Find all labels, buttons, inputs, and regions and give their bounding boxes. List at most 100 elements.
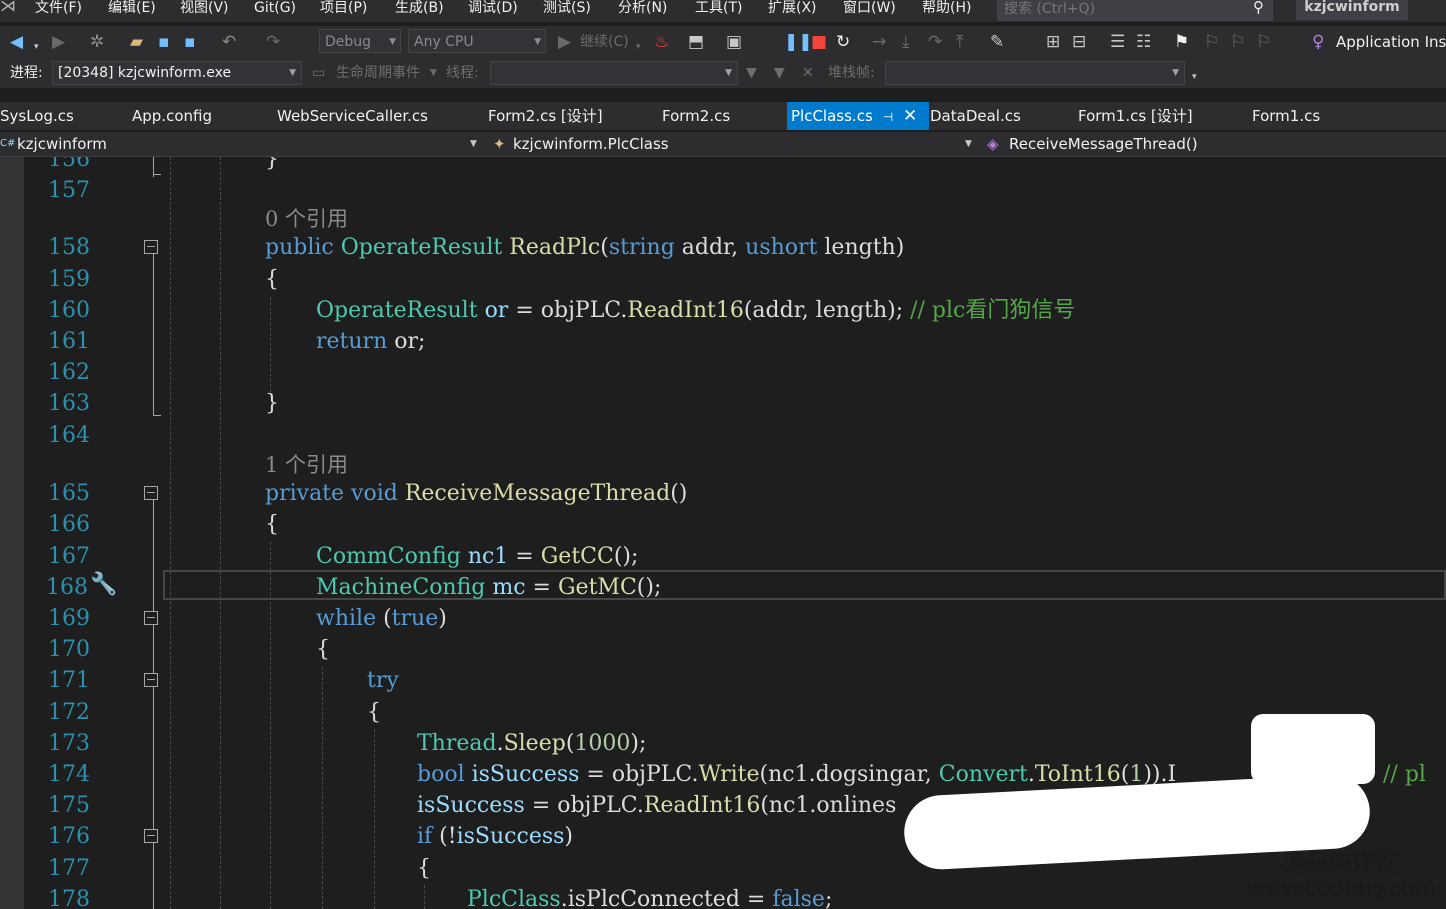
flag-thread-icon[interactable]: ▼ — [746, 61, 757, 85]
forward-icon[interactable]: ▶ — [52, 32, 65, 52]
next-bookmark-icon[interactable]: ⚐ — [1230, 32, 1245, 52]
code-line-174-comment: // pl — [1383, 762, 1426, 787]
class-dropdown[interactable]: kzjcwinform.PlcClass — [513, 132, 669, 156]
collapse-toggle[interactable] — [144, 486, 158, 500]
menu-test[interactable]: 测试(S) — [543, 0, 591, 22]
uncomment-icon[interactable]: ☷ — [1136, 32, 1151, 52]
tab-syslog[interactable]: SysLog.cs — [0, 102, 74, 130]
collapse-toggle[interactable] — [144, 829, 158, 843]
code-token: Write — [698, 762, 760, 787]
prev-bookmark-icon[interactable]: ⚐ — [1204, 32, 1219, 52]
chevron-down-icon: ▼ — [1172, 68, 1179, 78]
menu-extensions[interactable]: 扩展(X) — [768, 0, 817, 22]
tab-form2[interactable]: Form2.cs — [662, 102, 730, 130]
menu-build[interactable]: 生成(B) — [395, 0, 444, 22]
code-editor[interactable]: 156 157 158 159 160 161 162 163 164 165 … — [0, 157, 1446, 909]
stack-frame-select[interactable]: ▼ — [885, 61, 1185, 85]
menu-debug[interactable]: 调试(D) — [468, 0, 518, 22]
continue-button[interactable]: 继续(C) — [580, 30, 629, 54]
bookmark-icon[interactable]: ⚑ — [1174, 32, 1189, 52]
collapse-toggle[interactable] — [144, 240, 158, 254]
pin-icon[interactable]: ⊣ — [883, 110, 893, 124]
line-number: 169 — [48, 606, 90, 631]
back-dropdown-icon[interactable]: ▾ — [34, 37, 39, 57]
comment-icon[interactable]: ☰ — [1110, 32, 1125, 52]
process-value: [20348] kzjcwinform.exe — [58, 65, 232, 81]
menu-project[interactable]: 项目(P) — [320, 0, 367, 22]
collapse-toggle[interactable] — [144, 673, 158, 687]
open-folder-icon[interactable]: ▰ — [130, 32, 143, 52]
process-select[interactable]: [20348] kzjcwinform.exe ▼ — [52, 61, 302, 85]
outline-line — [153, 415, 161, 416]
chevron-down-icon: ▼ — [725, 68, 732, 78]
close-tab-icon[interactable]: ✕ — [903, 102, 917, 130]
application-insights-button[interactable]: Application Insi — [1336, 30, 1446, 54]
search-input[interactable] — [1004, 1, 1234, 17]
platform-select[interactable]: Any CPU ▼ — [408, 29, 546, 53]
menu-git[interactable]: Git(G) — [254, 0, 296, 22]
new-project-icon[interactable]: ✲ — [90, 32, 104, 52]
continue-icon[interactable]: ▶ — [558, 32, 571, 52]
parallel-stacks-icon[interactable]: ✕ — [802, 61, 814, 85]
hot-reload-icon[interactable]: ♨ — [654, 32, 669, 52]
search-icon[interactable]: ⚲ — [1253, 0, 1264, 16]
step-into-icon[interactable]: ⤓ — [902, 32, 910, 52]
menu-window[interactable]: 窗口(W) — [843, 0, 896, 22]
thread-select[interactable]: ▼ — [490, 61, 738, 85]
hex-display-icon[interactable]: ✎ — [990, 32, 1004, 52]
lifecycle-dropdown-icon[interactable]: ▼ — [430, 61, 437, 85]
break-all-icon[interactable]: ❚❚ — [784, 32, 813, 52]
menu-analyze[interactable]: 分析(N) — [618, 0, 667, 22]
code-token: void — [351, 481, 398, 506]
stop-debugging-icon[interactable]: ■ — [811, 32, 827, 52]
tab-webservicecaller[interactable]: WebServiceCaller.cs — [277, 102, 428, 130]
collapse-toggle[interactable] — [144, 611, 158, 625]
undo-icon[interactable]: ↶ — [222, 32, 236, 52]
indicator-margin[interactable] — [0, 157, 24, 909]
step-over-icon[interactable]: ↷ — [928, 32, 942, 52]
member-dropdown[interactable]: ReceiveMessageThread() — [1009, 132, 1198, 156]
restart-icon[interactable]: ↻ — [836, 32, 850, 52]
step-out-icon[interactable]: ⤒ — [956, 32, 964, 52]
quick-actions-screwdriver-icon[interactable]: 🔧 — [90, 570, 117, 600]
save-icon[interactable]: ▪ — [158, 32, 170, 52]
tab-app-config[interactable]: App.config — [132, 102, 212, 130]
tab-form1[interactable]: Form1.cs — [1252, 102, 1320, 130]
lifecycle-events-button[interactable]: 生命周期事件 — [336, 61, 420, 85]
continue-dropdown-icon[interactable]: ▾ — [636, 37, 641, 57]
menu-tools[interactable]: 工具(T) — [695, 0, 742, 22]
chevron-down-icon[interactable]: ▼ — [965, 132, 972, 156]
format-icon[interactable]: ⊟ — [1072, 32, 1086, 52]
chevron-down-icon[interactable]: ▼ — [470, 132, 477, 156]
tab-form2-design[interactable]: Form2.cs [设计] — [488, 102, 603, 130]
tab-form1-design[interactable]: Form1.cs [设计] — [1078, 102, 1193, 130]
code-map-icon[interactable]: ⊞ — [1046, 32, 1060, 52]
clear-bookmarks-icon[interactable]: ⚐ — [1256, 32, 1271, 52]
project-dropdown[interactable]: kzjcwinform — [17, 132, 107, 156]
toolbar-overflow-icon[interactable]: ▾ — [1192, 65, 1197, 89]
show-next-statement-icon[interactable]: → — [872, 32, 886, 52]
codelens-references[interactable]: 1 个引用 — [265, 450, 348, 480]
browse-icon[interactable]: ⬒ — [688, 32, 704, 52]
code-token: nc1 — [467, 544, 509, 569]
screenshot-icon[interactable]: ▣ — [726, 32, 742, 52]
codelens-references[interactable]: 0 个引用 — [265, 204, 348, 234]
menu-file[interactable]: 文件(F) — [35, 0, 82, 22]
redo-icon[interactable]: ↷ — [266, 32, 280, 52]
flag-thread-2-icon[interactable]: ▼ — [774, 61, 785, 85]
code-token: ) — [564, 824, 574, 849]
lifecycle-icon[interactable]: ▭ — [312, 61, 325, 85]
indent-guide — [424, 885, 425, 909]
solution-config-select[interactable]: Debug ▼ — [319, 29, 401, 53]
code-token: . — [496, 731, 504, 756]
code-line-171: try — [367, 666, 399, 696]
menu-help[interactable]: 帮助(H) — [922, 0, 971, 22]
menu-edit[interactable]: 编辑(E) — [108, 0, 156, 22]
tab-datadeal[interactable]: DataDeal.cs — [930, 102, 1021, 130]
app-insights-icon[interactable]: ♀ — [1312, 32, 1324, 52]
save-all-icon[interactable]: ▪ — [184, 32, 196, 52]
vs-logo-icon[interactable]: ⋊ — [0, 0, 16, 20]
menu-view[interactable]: 视图(V) — [180, 0, 229, 22]
back-icon[interactable]: ◀ — [10, 32, 23, 52]
search-box[interactable]: ⚲ — [997, 0, 1273, 21]
